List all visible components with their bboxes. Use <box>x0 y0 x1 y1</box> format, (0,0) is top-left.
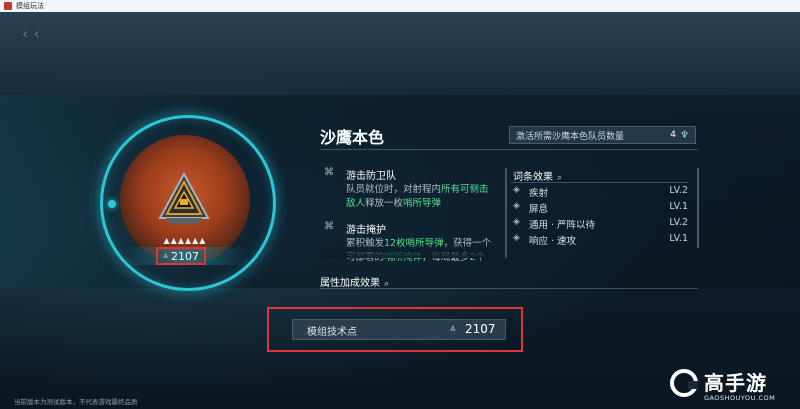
tech-point-icon: ⩓ <box>162 251 169 261</box>
module-points-value: 2107 <box>171 249 200 263</box>
term-level: LV.1 <box>669 233 688 244</box>
term-label: 屏息 <box>529 204 549 215</box>
terms-scrollbar[interactable] <box>697 168 699 248</box>
requirement-label: 激活所需沙鹰本色队员数量 <box>516 131 625 142</box>
skill-list-fade <box>320 244 510 258</box>
back-arrow-icon[interactable]: ‹ ‹ <box>22 24 40 43</box>
attributes-divider <box>320 288 698 289</box>
ring-marker-icon <box>108 200 116 208</box>
tech-points-bar[interactable]: 模组技术点 ⩓ 2107 <box>292 319 506 340</box>
tech-points-value: 2107 <box>465 322 496 336</box>
term-icon: ◈ <box>513 185 520 195</box>
term-row[interactable]: ◈ 通用 · 严阵以待 LV.2 <box>513 217 688 231</box>
term-row[interactable]: ◈ 响应 · 速攻 LV.1 <box>513 233 688 247</box>
requirement-count: 4 <box>670 130 677 140</box>
term-icon: ◈ <box>513 233 520 243</box>
term-level: LV.2 <box>669 185 688 196</box>
tech-point-icon: ⩓ <box>450 323 456 334</box>
watermark: 高手游 GAOSHOUYOU.COM <box>670 363 798 407</box>
module-points-badge: ⩓ 2107 <box>156 247 206 265</box>
term-label: 响应 · 速攻 <box>529 236 577 247</box>
term-level: LV.1 <box>669 201 688 212</box>
term-icon: ◈ <box>513 201 520 211</box>
watermark-logo-icon <box>670 369 698 397</box>
term-row[interactable]: ◈ 疾射 LV.2 <box>513 185 688 199</box>
skill-name: 游击防卫队 <box>346 171 396 182</box>
term-row[interactable]: ◈ 屏息 LV.1 <box>513 201 688 215</box>
member-emblem-icon: ♆ <box>680 129 689 141</box>
term-icon: ◈ <box>513 217 520 227</box>
watermark-text: 高手游 <box>704 371 767 395</box>
watermark-subtext: GAOSHOUYOU.COM <box>704 394 776 402</box>
skill-desc-line: 敌人释放一枚哨所导弹 <box>346 198 442 209</box>
activation-requirement[interactable]: 激活所需沙鹰本色队员数量 4 ♆ <box>509 126 696 144</box>
title-divider <box>320 149 698 150</box>
term-label: 通用 · 严阵以待 <box>529 220 596 231</box>
term-label: 疾射 <box>529 188 549 199</box>
skill-scrollbar[interactable] <box>505 168 507 258</box>
skill-name: 游击掩护 <box>346 225 386 236</box>
window-title: 模组玩法 <box>16 2 44 10</box>
skill-icon: ⌘ <box>324 167 334 178</box>
terms-title[interactable]: 词条效果 ⌕ <box>513 168 562 183</box>
skill-desc-line: 队员就位时，对射程内所有可侧击 <box>346 184 489 195</box>
module-emblem-icon[interactable] <box>158 172 210 226</box>
tech-points-label: 模组技术点 <box>307 327 357 338</box>
module-star-rating: ▲▲▲▲▲▲ <box>163 236 207 245</box>
skill-entry[interactable]: ⌘ 游击防卫队 队员就位时，对射程内所有可侧击 敌人释放一枚哨所导弹 <box>324 167 504 209</box>
term-level: LV.2 <box>669 217 688 228</box>
app-icon <box>4 2 12 10</box>
version-disclaimer: 当前版本为测试版本，不代表游戏最终品质 <box>14 398 138 406</box>
skill-icon: ⌘ <box>324 221 334 232</box>
module-name: 沙鹰本色 <box>320 128 385 147</box>
terms-divider <box>510 182 688 183</box>
attributes-title[interactable]: 属性加成效果 ⌕ <box>320 274 389 289</box>
